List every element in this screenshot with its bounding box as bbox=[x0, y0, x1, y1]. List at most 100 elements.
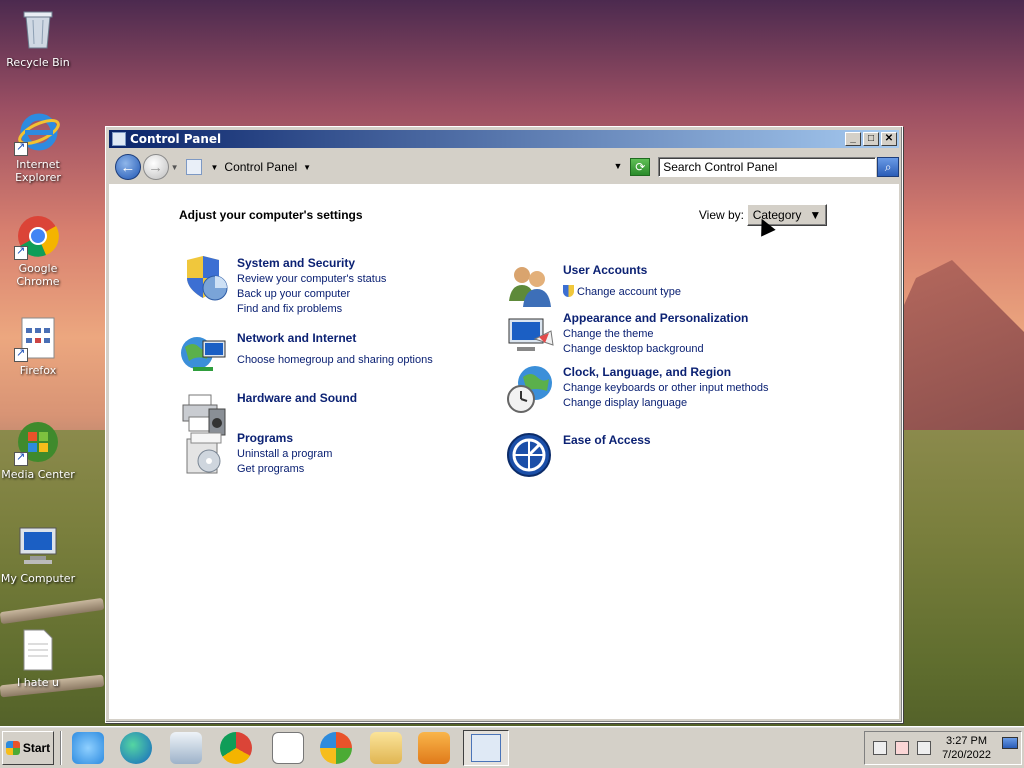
recent-pages-dropdown[interactable]: ▼ bbox=[171, 163, 179, 172]
category-programs: Programs Uninstall a program Get program… bbox=[179, 429, 332, 481]
desktop-icon-text-file[interactable]: I hate u bbox=[0, 628, 78, 689]
category-user-accounts: User Accounts Change account type bbox=[505, 261, 681, 313]
desktop-icon-label: I hate u bbox=[16, 676, 59, 689]
desktop-icon-google-chrome[interactable]: Google Chrome bbox=[0, 214, 78, 288]
category-title[interactable]: Appearance and Personalization bbox=[563, 311, 748, 325]
category-link[interactable]: Change the theme bbox=[563, 327, 748, 342]
desktop-icon-label: Firefox bbox=[19, 364, 57, 377]
search-input[interactable]: Search Control Panel bbox=[658, 157, 877, 177]
category-title[interactable]: User Accounts bbox=[563, 263, 681, 277]
monitor-palette-icon bbox=[505, 309, 557, 361]
search-placeholder: Search Control Panel bbox=[663, 160, 778, 174]
minimize-button[interactable]: _ bbox=[845, 132, 861, 146]
desktop-icon-label: Google Chrome bbox=[16, 262, 60, 288]
close-button[interactable]: ✕ bbox=[881, 132, 897, 146]
internet-explorer-icon bbox=[14, 110, 60, 156]
internet-explorer-icon[interactable] bbox=[72, 732, 104, 764]
maximize-button[interactable]: □ bbox=[863, 132, 879, 146]
users-icon bbox=[505, 261, 557, 313]
desktop-icon-label: Recycle Bin bbox=[6, 56, 70, 69]
media-center-icon bbox=[14, 420, 60, 466]
volume-icon[interactable] bbox=[917, 741, 931, 755]
address-toolbar: ← → ▼ ▼ Control Panel ▼ ▼ ⟳ Search Contr… bbox=[109, 151, 900, 183]
control-panel-icon bbox=[112, 132, 126, 146]
category-link[interactable]: Change account type bbox=[563, 285, 681, 300]
desktop-icon-label: Internet Explorer bbox=[15, 158, 61, 184]
network-icon[interactable] bbox=[873, 741, 887, 755]
category-link[interactable]: Uninstall a program bbox=[237, 447, 332, 462]
clock[interactable]: 3:27 PM 7/20/2022 bbox=[942, 734, 991, 762]
video-player-icon[interactable] bbox=[418, 732, 450, 764]
address-history-dropdown[interactable]: ▼ bbox=[613, 161, 622, 171]
search-button[interactable]: ⌕ bbox=[877, 157, 900, 177]
folder-icon[interactable] bbox=[370, 732, 402, 764]
refresh-button[interactable]: ⟳ bbox=[630, 158, 651, 176]
category-link[interactable]: Back up your computer bbox=[237, 287, 386, 302]
media-player-icon[interactable] bbox=[170, 732, 202, 764]
category-system-security: System and Security Review your computer… bbox=[179, 254, 386, 317]
category-title[interactable]: Hardware and Sound bbox=[237, 391, 357, 405]
start-button[interactable]: Start bbox=[2, 731, 54, 765]
firefox-icon bbox=[14, 316, 60, 362]
page-heading: Adjust your computer's settings bbox=[179, 208, 363, 222]
desktop-icon-internet-explorer[interactable]: Internet Explorer bbox=[0, 110, 78, 184]
view-by-label: View by: bbox=[698, 208, 744, 222]
control-panel-icon bbox=[471, 734, 501, 762]
window-titlebar[interactable]: Control Panel _ □ ✕ bbox=[109, 130, 899, 148]
shortcut-arrow-icon bbox=[14, 450, 28, 466]
category-title[interactable]: Ease of Access bbox=[563, 433, 651, 447]
forward-button[interactable]: → bbox=[142, 154, 169, 180]
category-link[interactable]: Change desktop background bbox=[563, 342, 748, 357]
chevron-down-icon: ▼ bbox=[809, 208, 822, 222]
network-globe-icon bbox=[179, 329, 231, 381]
desktop-icon-my-computer[interactable]: My Computer bbox=[0, 524, 78, 585]
my-computer-icon bbox=[16, 524, 60, 568]
text-file-icon bbox=[16, 628, 60, 672]
taskbar-control-panel-button[interactable] bbox=[463, 730, 509, 766]
clock-date: 7/20/2022 bbox=[942, 749, 991, 761]
chrome-icon[interactable] bbox=[220, 732, 252, 764]
clock-time: 3:27 PM bbox=[946, 735, 988, 747]
category-network-internet: Network and Internet Choose homegroup an… bbox=[179, 329, 433, 381]
shortcut-arrow-icon bbox=[14, 244, 28, 260]
category-link[interactable]: Get programs bbox=[237, 462, 332, 477]
breadcrumb-arrow-icon[interactable]: ▼ bbox=[303, 163, 311, 172]
category-link[interactable]: Choose homegroup and sharing options bbox=[237, 353, 433, 368]
action-center-icon[interactable] bbox=[895, 741, 909, 755]
programs-box-icon bbox=[179, 429, 231, 481]
desktop-icon-media-center[interactable]: Media Center bbox=[0, 420, 78, 481]
desktop-icon-firefox[interactable]: Firefox bbox=[0, 316, 78, 377]
breadcrumb-arrow-icon[interactable]: ▼ bbox=[210, 163, 218, 172]
control-panel-icon bbox=[186, 159, 203, 175]
category-link[interactable]: Review your computer's status bbox=[237, 272, 386, 287]
shortcut-arrow-icon bbox=[14, 140, 28, 156]
back-button[interactable]: ← bbox=[115, 154, 141, 180]
notepad-icon[interactable] bbox=[272, 732, 304, 764]
start-label: Start bbox=[22, 741, 51, 755]
category-link[interactable]: Find and fix problems bbox=[237, 302, 386, 317]
category-link[interactable]: Change display language bbox=[563, 396, 768, 411]
windows-logo-icon[interactable] bbox=[320, 732, 352, 764]
desktop-icon-label: Media Center bbox=[1, 468, 75, 481]
category-title[interactable]: Programs bbox=[237, 431, 332, 445]
show-desktop-icon[interactable] bbox=[1002, 737, 1018, 749]
taskbar: Start 3:27 PM 7/20/2022 bbox=[0, 726, 1024, 768]
category-ease-of-access: Ease of Access bbox=[505, 431, 651, 483]
category-title[interactable]: Clock, Language, and Region bbox=[563, 365, 768, 379]
category-link[interactable]: Change keyboards or other input methods bbox=[563, 381, 768, 396]
edge-icon[interactable] bbox=[120, 732, 152, 764]
category-appearance: Appearance and Personalization Change th… bbox=[505, 309, 748, 361]
address-bar[interactable]: ▼ Control Panel ▼ ▼ bbox=[186, 156, 622, 178]
ease-of-access-icon bbox=[505, 431, 557, 483]
chrome-icon bbox=[14, 214, 60, 260]
breadcrumb-control-panel[interactable]: Control Panel bbox=[224, 160, 297, 174]
desktop-icon-recycle-bin[interactable]: Recycle Bin bbox=[0, 8, 78, 69]
category-title[interactable]: System and Security bbox=[237, 256, 386, 270]
desktop-icon-label: My Computer bbox=[0, 572, 76, 585]
windows-logo-icon bbox=[5, 741, 20, 755]
control-panel-content: Adjust your computer's settings View by:… bbox=[109, 184, 899, 719]
shortcut-arrow-icon bbox=[14, 346, 28, 362]
category-title[interactable]: Network and Internet bbox=[237, 331, 433, 345]
system-tray: 3:27 PM 7/20/2022 bbox=[864, 731, 1022, 765]
control-panel-window: Control Panel _ □ ✕ ← → ▼ ▼ Control Pane… bbox=[105, 126, 903, 723]
